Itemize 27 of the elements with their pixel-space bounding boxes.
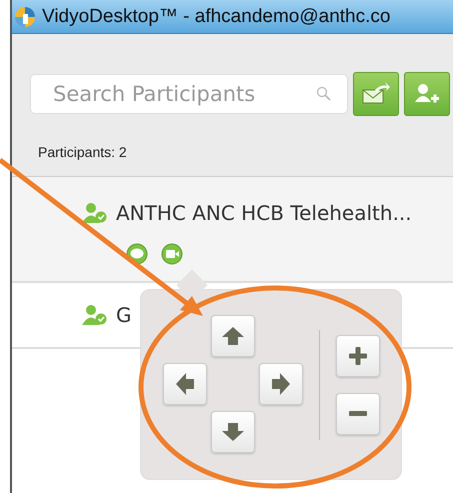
pan-left-button[interactable]	[163, 362, 207, 404]
zoom-out-button[interactable]	[336, 392, 380, 434]
arrow-right-icon	[270, 370, 292, 396]
person-check-icon	[82, 304, 108, 326]
participant-name: G	[116, 303, 132, 327]
video-call-icon[interactable]	[161, 243, 183, 265]
participant-name: ANTHC ANC HCB Telehealth...	[116, 201, 412, 225]
minus-icon	[349, 411, 367, 416]
arrow-down-icon	[220, 420, 246, 442]
pan-down-button[interactable]	[211, 410, 255, 452]
window-title: VidyoDesktop™ - afhcandemo@anthc.co	[42, 6, 390, 28]
search-icon	[316, 86, 332, 102]
plus-icon	[347, 344, 369, 366]
zoom-in-button[interactable]	[336, 334, 380, 376]
invite-email-button[interactable]	[353, 72, 399, 116]
participant-row[interactable]: ANTHC ANC HCB Telehealth...	[12, 177, 453, 283]
arrow-left-icon	[174, 370, 196, 396]
app-logo-icon	[14, 6, 36, 28]
pan-up-button[interactable]	[211, 314, 255, 356]
person-check-icon	[82, 202, 108, 224]
search-field[interactable]: Search Participants	[30, 74, 348, 114]
participants-count: Participants: 2	[37, 143, 128, 162]
chat-icon[interactable]	[126, 243, 148, 265]
envelope-icon	[361, 82, 391, 106]
pan-right-button[interactable]	[259, 362, 303, 404]
add-participant-button[interactable]	[404, 72, 450, 116]
arrow-up-icon	[220, 324, 246, 346]
